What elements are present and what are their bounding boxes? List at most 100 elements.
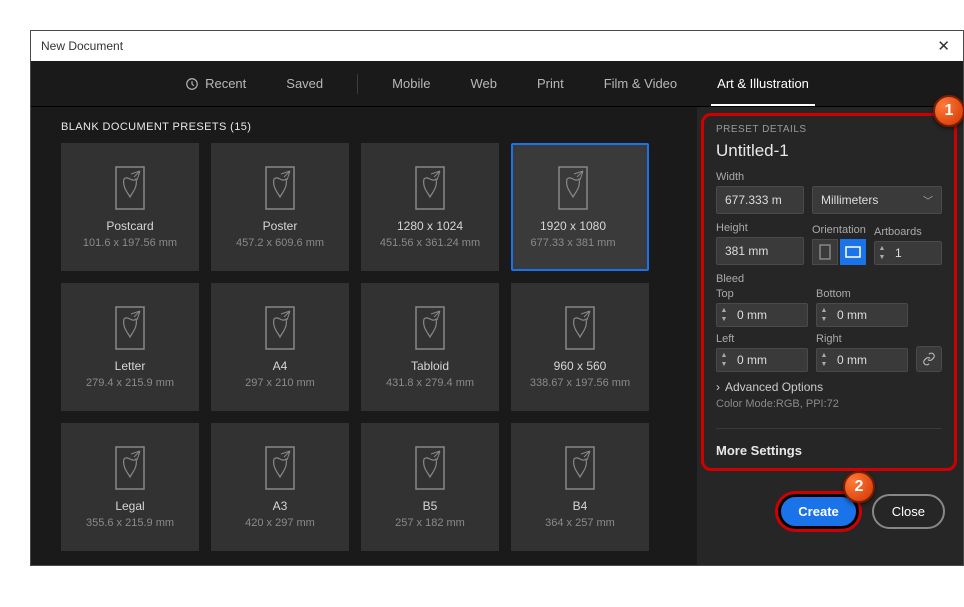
bleed-label: Bleed [716,273,942,285]
artboards-label: Artboards [874,226,942,238]
bleed-bottom-label: Bottom [816,288,908,300]
bleed-top-input[interactable]: ▲▼0 mm [716,303,808,327]
preset-name: Postcard [106,219,153,233]
height-input[interactable]: 381 mm [716,237,804,265]
document-icon [112,445,148,491]
preset-size: 364 x 257 mm [545,517,615,529]
advanced-options-toggle[interactable]: › Advanced Options [716,380,942,394]
width-input[interactable]: 677.333 m [716,186,804,214]
preset-size: 451.56 x 361.24 mm [380,237,480,249]
preset-card[interactable]: 960 x 560 338.67 x 197.56 mm [511,283,649,411]
callout-badge-2: 2 [843,471,875,503]
tab-art-illustration[interactable]: Art & Illustration [711,61,815,106]
dialog-footer: 2 Create Close [697,477,963,554]
document-icon [112,165,148,211]
preset-card[interactable]: B5 257 x 182 mm [361,423,499,551]
preset-card[interactable]: A3 420 x 297 mm [211,423,349,551]
bleed-left-input[interactable]: ▲▼0 mm [716,348,808,372]
preset-name: A3 [273,499,288,513]
preset-name: Tabloid [411,359,449,373]
document-name[interactable]: Untitled-1 [716,141,942,161]
preset-card[interactable]: A4 297 x 210 mm [211,283,349,411]
preset-name: A4 [273,359,288,373]
preset-size: 457.2 x 609.6 mm [236,237,324,249]
separator [357,74,358,94]
document-icon [262,445,298,491]
preset-name: 1920 x 1080 [540,219,606,233]
preset-name: B4 [573,499,588,513]
preset-card[interactable]: Tabloid 431.8 x 279.4 mm [361,283,499,411]
more-settings-button[interactable]: More Settings [716,428,942,458]
preset-size: 101.6 x 197.56 mm [83,237,177,249]
color-mode-text: Color Mode:RGB, PPI:72 [716,398,942,410]
close-button[interactable]: Close [872,494,945,529]
preset-details-panel: 1 PRESET DETAILS Untitled-1 Width 677.33… [701,113,957,471]
document-icon [262,165,298,211]
bleed-top-label: Top [716,288,808,300]
window-title: New Document [41,39,123,53]
tab-film-video[interactable]: Film & Video [598,61,683,106]
document-icon [412,165,448,211]
details-column: 1 PRESET DETAILS Untitled-1 Width 677.33… [697,107,963,565]
link-icon [922,352,936,366]
preset-size: 677.33 x 381 mm [531,237,616,249]
preset-card[interactable]: Postcard 101.6 x 197.56 mm [61,143,199,271]
preset-name: Legal [115,499,144,513]
bleed-bottom-input[interactable]: ▲▼0 mm [816,303,908,327]
width-label: Width [716,171,942,183]
orientation-portrait[interactable] [812,239,838,265]
document-icon [562,445,598,491]
category-tabs: Recent Saved Mobile Web Print Film & Vid… [31,61,963,107]
preset-name: 960 x 560 [554,359,607,373]
preset-name: B5 [423,499,438,513]
preset-size: 420 x 297 mm [245,517,315,529]
orientation-label: Orientation [812,224,866,236]
preset-size: 431.8 x 279.4 mm [386,377,474,389]
artboards-stepper[interactable]: ▲▼ 1 [874,241,942,265]
preset-card[interactable]: 1280 x 1024 451.56 x 361.24 mm [361,143,499,271]
document-icon [562,305,598,351]
chevron-down-icon: ﹀ [923,193,933,208]
new-document-dialog: New Document ✕ Recent Saved Mobile Web P… [30,30,964,566]
orientation-landscape[interactable] [840,239,866,265]
preset-card[interactable]: Legal 355.6 x 215.9 mm [61,423,199,551]
document-icon [412,305,448,351]
titlebar: New Document ✕ [31,31,963,61]
presets-panel: BLANK DOCUMENT PRESETS (15) Postcard 101.… [31,107,697,565]
portrait-icon [819,244,831,260]
preset-card[interactable]: B4 364 x 257 mm [511,423,649,551]
link-bleed-button[interactable] [916,346,942,372]
presets-heading: BLANK DOCUMENT PRESETS (15) [61,121,687,133]
tab-web[interactable]: Web [464,61,503,106]
preset-size: 279.4 x 215.9 mm [86,377,174,389]
document-icon [555,165,591,211]
chevron-right-icon: › [716,380,720,394]
preset-card[interactable]: Letter 279.4 x 215.9 mm [61,283,199,411]
preset-card[interactable]: 1920 x 1080 677.33 x 381 mm [511,143,649,271]
tab-mobile[interactable]: Mobile [386,61,436,106]
preset-name: 1280 x 1024 [397,219,463,233]
bleed-left-label: Left [716,333,808,345]
close-icon[interactable]: ✕ [934,37,953,55]
preset-size: 338.67 x 197.56 mm [530,377,630,389]
document-icon [262,305,298,351]
bleed-right-input[interactable]: ▲▼0 mm [816,348,908,372]
preset-name: Letter [115,359,146,373]
document-icon [412,445,448,491]
height-label: Height [716,222,804,234]
preset-name: Poster [263,219,298,233]
units-select[interactable]: Millimeters ﹀ [812,186,942,214]
preset-details-heading: PRESET DETAILS [716,124,942,135]
tab-recent[interactable]: Recent [179,61,252,106]
preset-card[interactable]: Poster 457.2 x 609.6 mm [211,143,349,271]
preset-size: 257 x 182 mm [395,517,465,529]
preset-size: 297 x 210 mm [245,377,315,389]
landscape-icon [845,246,861,258]
clock-icon [185,77,199,91]
tab-print[interactable]: Print [531,61,570,106]
callout-badge-1: 1 [933,95,964,127]
tab-saved[interactable]: Saved [280,61,329,106]
document-icon [112,305,148,351]
preset-size: 355.6 x 215.9 mm [86,517,174,529]
bleed-right-label: Right [816,333,908,345]
